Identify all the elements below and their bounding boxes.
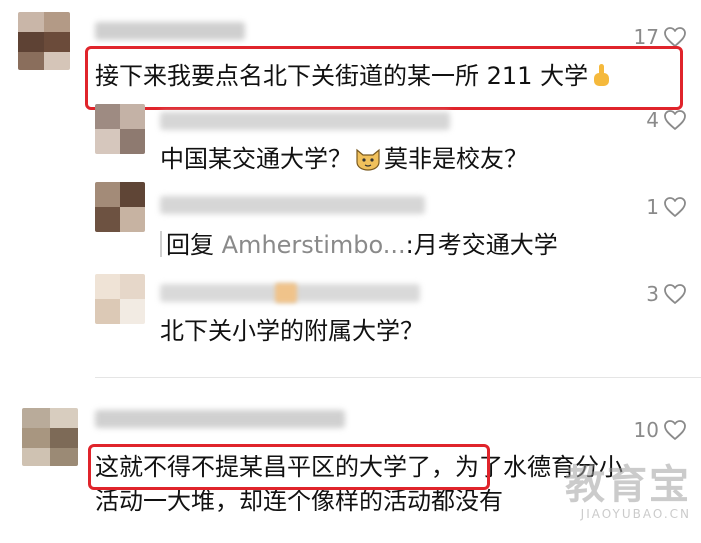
like-count: 3	[646, 282, 659, 306]
like-count: 1	[646, 195, 659, 219]
username-blurred[interactable]	[160, 196, 425, 214]
avatar[interactable]	[95, 104, 145, 154]
cat-face-emoji-icon	[356, 148, 380, 171]
comment-divider	[95, 377, 701, 378]
like-button[interactable]: 3	[646, 281, 687, 307]
username-blurred[interactable]	[160, 112, 450, 130]
comment-text: 回复 Amherstimbo...:月考交通大学	[160, 227, 558, 263]
like-button[interactable]: 10	[634, 417, 687, 443]
heart-outline-icon	[664, 284, 686, 304]
avatar[interactable]	[18, 12, 70, 70]
watermark: 教育宝 JIAOYUBAO.CN	[565, 462, 691, 521]
heart-outline-icon	[664, 197, 686, 217]
comment-text: 中国某交通大学？ 莫非是校友？	[160, 145, 528, 173]
highlight-box	[85, 46, 683, 110]
heart-outline-icon	[664, 110, 686, 130]
like-button[interactable]: 4	[646, 107, 687, 133]
avatar[interactable]	[95, 182, 145, 232]
like-button[interactable]: 1	[646, 194, 687, 220]
reply-username-link[interactable]: Amherstimbo...	[222, 231, 406, 259]
username-blurred[interactable]	[95, 410, 345, 428]
user-badge-blurred	[275, 283, 297, 303]
like-count: 4	[646, 108, 659, 132]
avatar[interactable]	[95, 274, 145, 324]
username-blurred[interactable]	[95, 22, 245, 40]
heart-outline-icon	[664, 420, 686, 440]
reply-quote-bar	[160, 231, 162, 257]
heart-outline-icon	[664, 27, 686, 47]
comment-text: 北下关小学的附属大学？	[160, 317, 424, 345]
avatar[interactable]	[22, 408, 78, 466]
highlight-box	[88, 444, 490, 490]
like-count: 10	[633, 418, 659, 442]
